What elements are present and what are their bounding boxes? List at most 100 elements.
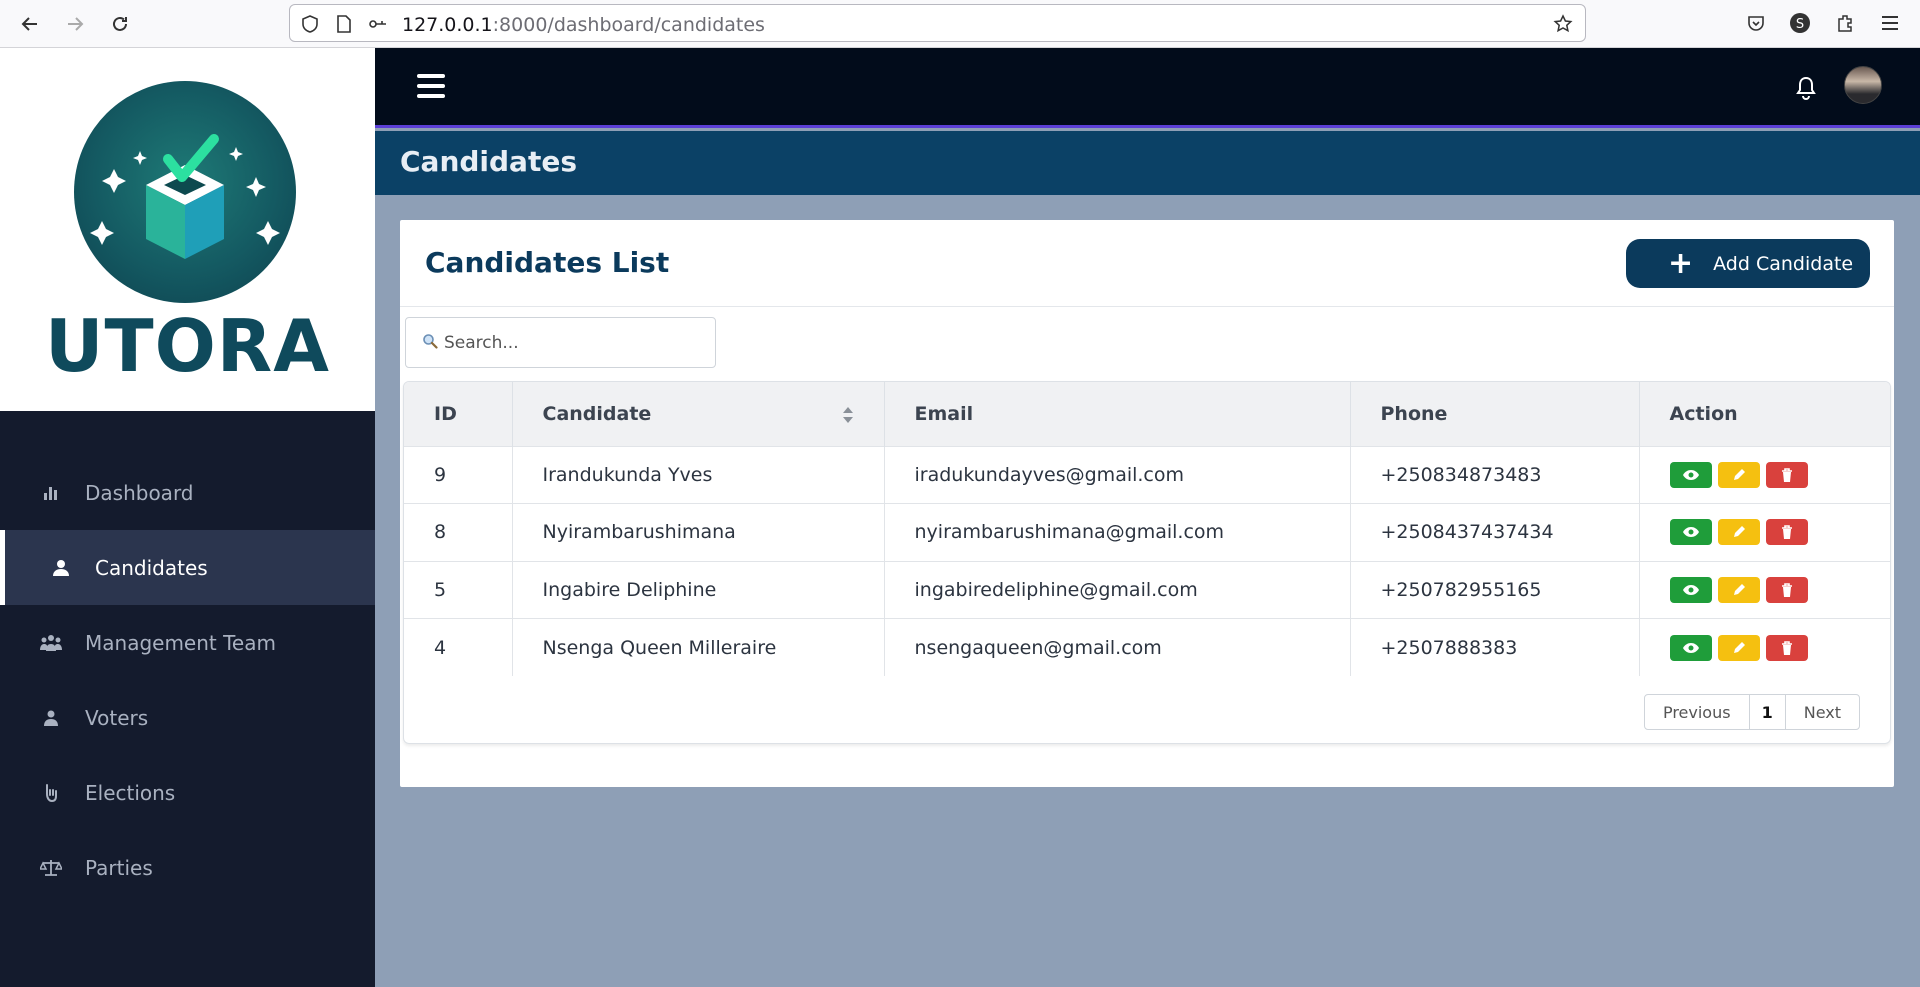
- back-icon[interactable]: [16, 10, 44, 38]
- table-row: 8 Nyirambarushimana nyirambarushimana@gm…: [404, 503, 1890, 561]
- column-header-phone[interactable]: Phone: [1350, 382, 1640, 446]
- trash-icon: [1781, 467, 1792, 482]
- eye-icon: [1682, 642, 1699, 653]
- plus-icon: +: [1668, 245, 1694, 281]
- table-row: 9 Irandukunda Yves iradukundayves@gmail.…: [404, 445, 1890, 504]
- cell-phone: +250782955165: [1350, 560, 1640, 619]
- url-text: 127.0.0.1:8000/dashboard/candidates: [402, 14, 765, 36]
- logo-text: UTORA: [45, 304, 330, 388]
- eye-icon: [1682, 584, 1699, 595]
- sidebar-item-parties[interactable]: Parties: [0, 830, 375, 905]
- cell-email: ingabiredeliphine@gmail.com: [884, 560, 1351, 619]
- address-bar[interactable]: 127.0.0.1:8000/dashboard/candidates: [289, 4, 1586, 42]
- view-button[interactable]: [1669, 519, 1712, 546]
- search-input[interactable]: [444, 332, 704, 353]
- sidebar: UTORA Dashboard Candidates Management Te…: [0, 48, 375, 987]
- scale-icon: [40, 857, 62, 879]
- cell-phone: +2508437437434: [1350, 503, 1640, 561]
- menu-icon[interactable]: [1877, 10, 1903, 36]
- cell-actions: [1639, 560, 1890, 619]
- reload-icon[interactable]: [106, 10, 134, 38]
- bookmark-star-icon[interactable]: [1553, 14, 1573, 34]
- sort-icon[interactable]: [842, 406, 854, 424]
- cell-email: iradukundayves@gmail.com: [884, 445, 1351, 504]
- trash-icon: [1781, 525, 1792, 540]
- shield-icon[interactable]: [300, 14, 320, 34]
- sidebar-item-voters[interactable]: Voters: [0, 680, 375, 755]
- delete-button[interactable]: [1765, 519, 1808, 546]
- delete-button[interactable]: [1765, 461, 1808, 488]
- team-icon: [40, 632, 62, 654]
- extensions-icon[interactable]: [1832, 10, 1858, 36]
- hamburger-menu-icon[interactable]: [417, 74, 445, 98]
- sidebar-item-dashboard[interactable]: Dashboard: [0, 455, 375, 530]
- edit-button[interactable]: [1717, 461, 1760, 488]
- page-number-button[interactable]: 1: [1750, 695, 1786, 729]
- add-candidate-button[interactable]: + Add Candidate: [1626, 239, 1870, 288]
- sidebar-item-label: Voters: [85, 705, 149, 730]
- sidebar-item-candidates[interactable]: Candidates: [0, 530, 375, 605]
- cell-id: 5: [404, 560, 513, 619]
- sidebar-nav: Dashboard Candidates Management Team Vot…: [0, 455, 375, 905]
- trash-icon: [1781, 582, 1792, 597]
- column-header-action: Action: [1669, 402, 1738, 425]
- sidebar-item-management-team[interactable]: Management Team: [0, 605, 375, 680]
- edit-button[interactable]: [1717, 634, 1760, 661]
- top-navbar: [375, 48, 1920, 128]
- column-header-candidate[interactable]: Candidate: [512, 382, 885, 446]
- edit-button[interactable]: [1717, 519, 1760, 546]
- candidates-table: ID Candidate Email Phone Action 9 Irandu…: [403, 381, 1891, 744]
- ballot-box-logo-icon: [74, 81, 296, 303]
- sidebar-item-elections[interactable]: Elections: [0, 755, 375, 830]
- pencil-icon: [1733, 526, 1745, 538]
- pencil-icon: [1733, 583, 1745, 595]
- view-button[interactable]: [1669, 634, 1712, 661]
- account-icon[interactable]: S: [1787, 10, 1813, 36]
- url-host: 127.0.0.1: [402, 14, 493, 36]
- forward-icon[interactable]: [61, 10, 89, 38]
- next-page-button[interactable]: Next: [1786, 695, 1859, 729]
- eye-icon: [1682, 469, 1699, 480]
- pocket-icon[interactable]: [1743, 10, 1769, 36]
- cell-candidate: Ingabire Deliphine: [512, 560, 885, 619]
- search-icon: [422, 333, 438, 353]
- page-title: Candidates: [400, 145, 577, 178]
- add-candidate-label: Add Candidate: [1713, 252, 1854, 275]
- view-button[interactable]: [1669, 576, 1712, 603]
- edit-button[interactable]: [1717, 576, 1760, 603]
- avatar[interactable]: [1844, 66, 1882, 104]
- cell-email: nyirambarushimana@gmail.com: [884, 503, 1351, 561]
- pagination: Previous 1 Next: [1643, 694, 1860, 730]
- pencil-icon: [1733, 641, 1745, 653]
- cell-email: nsengaqueen@gmail.com: [884, 618, 1351, 676]
- delete-button[interactable]: [1765, 634, 1808, 661]
- svg-text:S: S: [1796, 17, 1804, 32]
- sidebar-item-label: Elections: [85, 780, 176, 805]
- cell-phone: +2507888383: [1350, 618, 1640, 676]
- cell-candidate: Irandukunda Yves: [512, 445, 885, 504]
- table-row: 5 Ingabire Deliphine ingabiredeliphine@g…: [404, 560, 1890, 619]
- delete-button[interactable]: [1765, 576, 1808, 603]
- connection-icon[interactable]: [368, 14, 388, 34]
- bell-icon[interactable]: [1795, 76, 1817, 104]
- candidates-card: Candidates List + Add Candidate ID Candi…: [400, 220, 1894, 787]
- page-icon[interactable]: [334, 14, 354, 34]
- previous-page-button[interactable]: Previous: [1645, 695, 1750, 729]
- table-row: 4 Nsenga Queen Milleraire nsengaqueen@gm…: [404, 618, 1890, 676]
- url-path: :8000/dashboard/candidates: [492, 14, 765, 36]
- column-header-email[interactable]: Email: [884, 382, 1351, 446]
- card-title: Candidates List: [425, 246, 670, 279]
- logo-area[interactable]: UTORA: [0, 48, 375, 411]
- sidebar-item-label: Parties: [85, 855, 153, 880]
- column-header-id[interactable]: ID: [404, 382, 513, 446]
- trash-icon: [1781, 640, 1792, 655]
- sidebar-item-label: Management Team: [85, 630, 276, 655]
- sidebar-item-label: Candidates: [95, 555, 208, 580]
- bar-chart-icon: [40, 482, 62, 504]
- cell-actions: [1639, 445, 1890, 504]
- page-header: Candidates: [375, 131, 1920, 195]
- browser-toolbar: 127.0.0.1:8000/dashboard/candidates S: [0, 0, 1920, 48]
- view-button[interactable]: [1669, 461, 1712, 488]
- search-field[interactable]: [405, 317, 716, 368]
- cell-id: 4: [404, 618, 513, 676]
